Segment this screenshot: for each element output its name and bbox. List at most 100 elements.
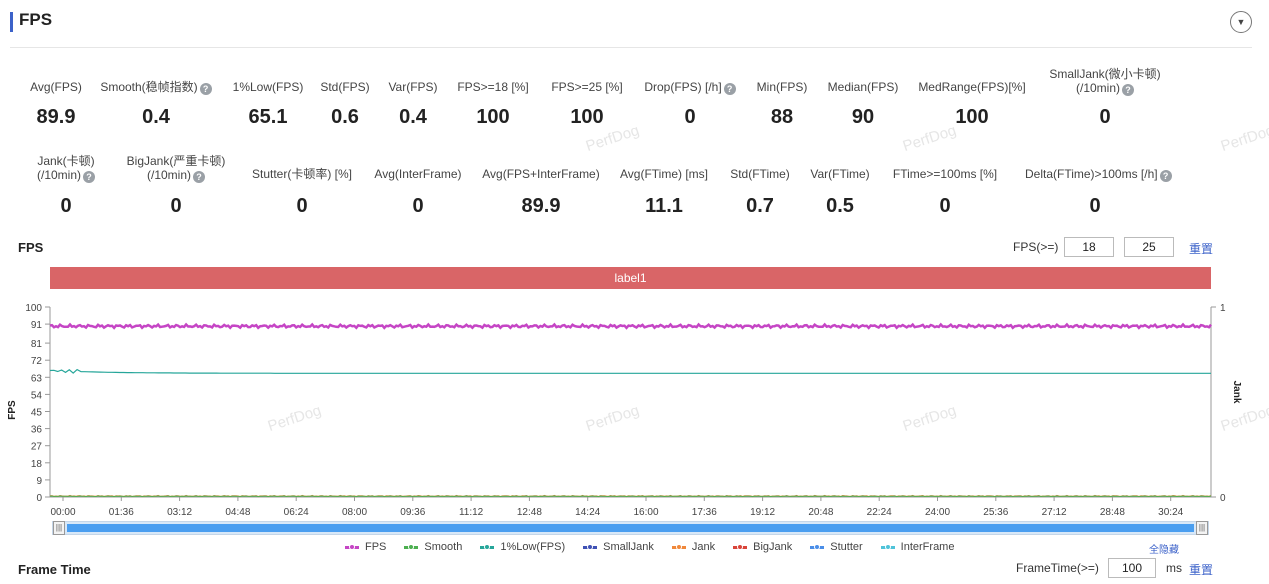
metric-r2-3: Avg(InterFrame) 0: [348, 167, 488, 217]
help-icon[interactable]: ?: [83, 171, 95, 183]
x-tick-label: 14:24: [575, 507, 600, 518]
x-tick-label: 11:12: [459, 507, 484, 518]
x-tick-label: 17:36: [692, 507, 717, 518]
y-tick-label: 27: [31, 442, 43, 453]
legend-swatch: [733, 543, 748, 550]
time-range-slider[interactable]: ||| |||: [52, 521, 1209, 535]
y-tick-label: 63: [31, 373, 43, 384]
metric-value: 0: [1099, 106, 1111, 128]
legend-swatch: [404, 543, 419, 550]
fps-chart[interactable]: 100 91 81 72 63 54 45 36 27 18 9 0 1 0 FPS Jank 00:00 01:…: [0, 295, 1269, 520]
x-tick-label: 09:36: [400, 507, 425, 518]
legend-label: BigJank: [753, 541, 793, 553]
hide-all-toggle[interactable]: 全隐藏: [1149, 541, 1179, 556]
y-tick-label: 18: [31, 459, 43, 470]
x-tick-label: 12:48: [517, 507, 542, 518]
help-icon[interactable]: ?: [1122, 84, 1134, 96]
x-tick-label: 27:12: [1042, 507, 1067, 518]
metric-r1-10: MedRange(FPS)[%] 100: [902, 80, 1042, 128]
metric-value: 0: [1089, 195, 1101, 217]
chevron-down-icon[interactable]: ▼: [1230, 11, 1252, 33]
y2-tick-label: 1: [1220, 303, 1226, 314]
metric-value: 0: [939, 195, 951, 217]
metric-label: Avg(FPS+InterFrame): [482, 167, 600, 181]
y-tick-label: 36: [31, 425, 43, 436]
accent-bar: [10, 12, 13, 32]
legend-item-smooth[interactable]: Smooth: [404, 540, 462, 554]
help-icon[interactable]: ?: [193, 171, 205, 183]
legend-label: Stutter: [830, 541, 863, 553]
legend-swatch: [480, 543, 495, 550]
fps-threshold-input-1[interactable]: 18: [1064, 237, 1114, 257]
frametime-threshold-label: FrameTime(>=): [1016, 561, 1099, 575]
y2-axis-title: Jank: [1231, 381, 1242, 404]
page-title: FPS: [19, 10, 53, 29]
legend-item-jank[interactable]: Jank: [671, 540, 716, 554]
legend-swatch: [880, 543, 895, 550]
slider-left-handle[interactable]: |||: [53, 521, 65, 535]
x-tick-label: 01:36: [109, 507, 134, 518]
legend-label: SmallJank: [603, 541, 654, 553]
x-tick-label: 25:36: [983, 507, 1008, 518]
frametime-title: Frame Time: [18, 562, 91, 577]
x-tick-label: 30:24: [1158, 507, 1183, 518]
series-1pct-low-line: [49, 368, 1211, 374]
metric-label-unit: (/10min)?: [106, 168, 246, 183]
fps-threshold-input-2[interactable]: 25: [1124, 237, 1174, 257]
chart-legend: FPS Smooth 1%Low(FPS) SmallJank Jank BigJank S…: [345, 540, 972, 554]
frametime-unit: ms: [1166, 561, 1182, 575]
metric-value: 0: [170, 195, 182, 217]
metric-label: BigJank(严重卡顿): [126, 154, 226, 168]
legend-label: 1%Low(FPS): [500, 541, 566, 553]
metric-r2-8: FTime>=100ms [%] 0: [875, 167, 1015, 217]
x-tick-label: 28:48: [1100, 507, 1125, 518]
y-tick-label: 9: [36, 476, 42, 487]
metric-value: 89.9: [521, 195, 561, 217]
metric-label: Avg(InterFrame): [374, 167, 462, 181]
legend-item-stutter[interactable]: Stutter: [810, 540, 863, 554]
y-axis-title: FPS: [7, 400, 18, 420]
legend-label: InterFrame: [900, 541, 955, 553]
slider-right-handle[interactable]: |||: [1196, 521, 1208, 535]
legend-swatch: [583, 543, 598, 550]
chart-title: FPS: [18, 240, 44, 255]
legend-item-bigjank[interactable]: BigJank: [733, 540, 792, 554]
series-smooth-line: [49, 495, 1212, 498]
y-tick-label: 72: [31, 356, 43, 367]
frametime-threshold-input[interactable]: 100: [1108, 558, 1156, 578]
y-tick-label: 45: [31, 408, 43, 419]
metric-r2-4: Avg(FPS+InterFrame) 89.9: [471, 167, 611, 217]
legend-label: FPS: [365, 541, 387, 553]
legend-item-fps[interactable]: FPS: [345, 540, 386, 554]
legend-item-interframe[interactable]: InterFrame: [880, 540, 955, 554]
legend-label: Jank: [691, 541, 716, 553]
y-tick-label: 0: [36, 493, 42, 504]
slider-range-fill[interactable]: [67, 524, 1194, 532]
x-tick-label: 24:00: [925, 507, 950, 518]
legend-item-smalljank[interactable]: SmallJank: [583, 540, 654, 554]
metric-r1-11: SmallJank(微小卡顿) (/10min)? 0: [1035, 67, 1175, 128]
metric-label: SmallJank(微小卡顿): [1049, 67, 1161, 81]
x-tick-label: 16:00: [633, 507, 658, 518]
y-tick-label: 54: [31, 390, 43, 401]
watermark: PerfDog: [1218, 121, 1269, 156]
metric-value: 0: [412, 195, 424, 217]
x-tick-label: 20:48: [808, 507, 833, 518]
help-icon[interactable]: ?: [1159, 170, 1172, 182]
y-tick-label: 100: [25, 303, 42, 314]
fps-threshold-label: FPS(>=): [1013, 240, 1059, 254]
x-tick-label: 04:48: [225, 507, 250, 518]
legend-swatch: [810, 543, 825, 550]
legend-swatch: [671, 543, 686, 550]
label-bar[interactable]: label1: [50, 267, 1211, 289]
y2-tick-label: 0: [1220, 493, 1226, 504]
fps-reset-button[interactable]: 重置: [1189, 240, 1213, 257]
x-tick-label: 22:24: [867, 507, 892, 518]
x-tick-label: 19:12: [750, 507, 775, 518]
y-tick-label: 91: [31, 320, 43, 331]
frametime-reset-button[interactable]: 重置: [1189, 561, 1213, 578]
metric-label-unit: (/10min)?: [1035, 81, 1175, 96]
legend-item-1-low-fps-[interactable]: 1%Low(FPS): [480, 540, 565, 554]
legend-label: Smooth: [424, 541, 463, 553]
metric-label: FTime>=100ms [%]: [892, 167, 998, 181]
